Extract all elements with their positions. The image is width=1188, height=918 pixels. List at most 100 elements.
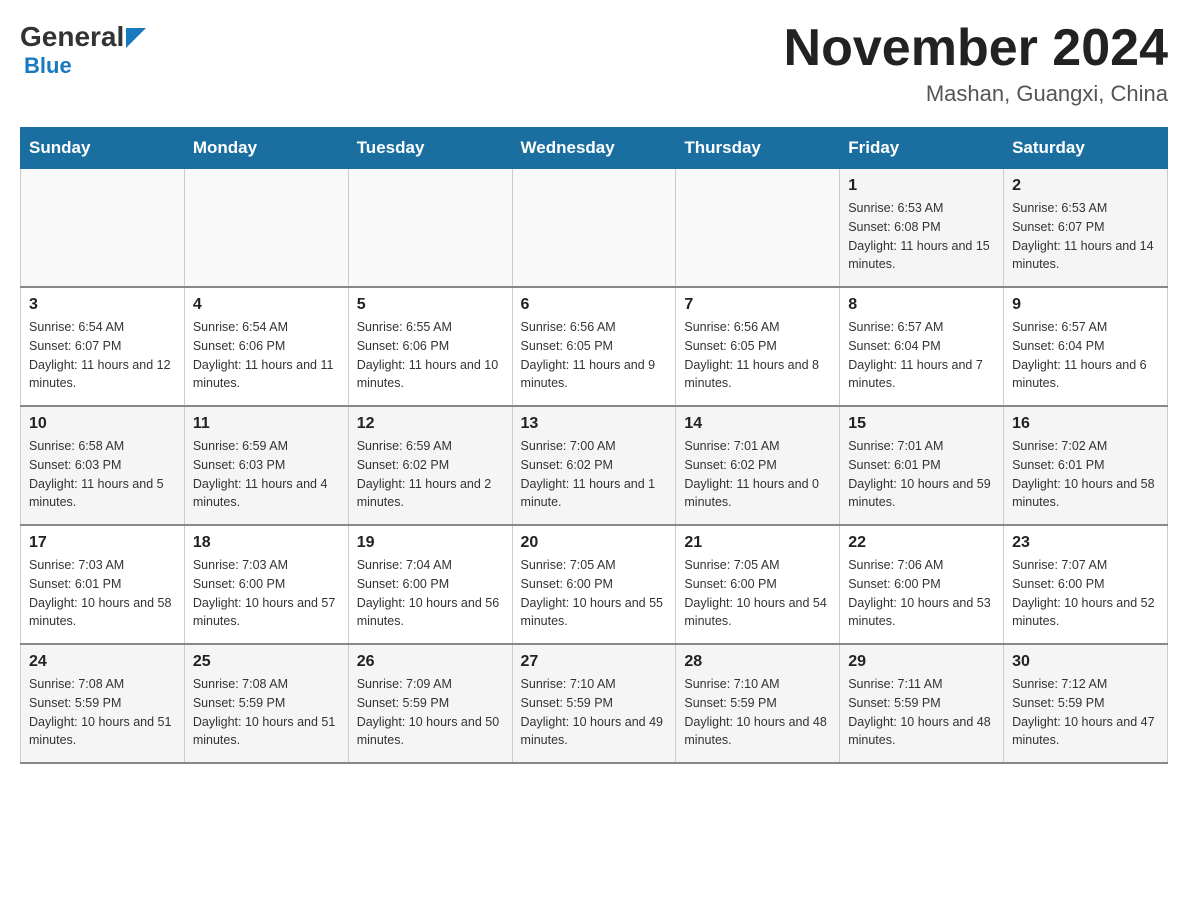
day-info: Sunrise: 6:53 AM Sunset: 6:07 PM Dayligh…	[1012, 199, 1159, 274]
day-info: Sunrise: 6:54 AM Sunset: 6:07 PM Dayligh…	[29, 318, 176, 393]
calendar-cell: 24 Sunrise: 7:08 AM Sunset: 5:59 PM Dayli…	[21, 644, 185, 763]
day-number: 26	[357, 653, 504, 671]
day-info: Sunrise: 6:59 AM Sunset: 6:02 PM Dayligh…	[357, 437, 504, 512]
calendar-cell: 23 Sunrise: 7:07 AM Sunset: 6:00 PM Dayli…	[1004, 525, 1168, 644]
calendar-cell: 21Sunrise: 7:05 AM Sunset: 6:00 PM Dayli…	[676, 525, 840, 644]
day-info: Sunrise: 6:53 AM Sunset: 6:08 PM Dayligh…	[848, 199, 995, 274]
day-info: Sunrise: 7:01 AM Sunset: 6:02 PM Dayligh…	[684, 437, 831, 512]
day-info: Sunrise: 7:01 AM Sunset: 6:01 PM Dayligh…	[848, 437, 995, 512]
day-number: 1	[848, 177, 995, 195]
day-info: Sunrise: 7:02 AM Sunset: 6:01 PM Dayligh…	[1012, 437, 1159, 512]
calendar-week-row: 24 Sunrise: 7:08 AM Sunset: 5:59 PM Dayli…	[21, 644, 1168, 763]
day-number: 9	[1012, 296, 1159, 314]
day-number: 6	[521, 296, 668, 314]
calendar-cell: 30Sunrise: 7:12 AM Sunset: 5:59 PM Dayli…	[1004, 644, 1168, 763]
calendar-cell: 27 Sunrise: 7:10 AM Sunset: 5:59 PM Dayli…	[512, 644, 676, 763]
weekday-header-monday: Monday	[184, 128, 348, 169]
calendar-cell: 28 Sunrise: 7:10 AM Sunset: 5:59 PM Dayli…	[676, 644, 840, 763]
day-info: Sunrise: 6:56 AM Sunset: 6:05 PM Dayligh…	[684, 318, 831, 393]
day-info: Sunrise: 7:00 AM Sunset: 6:02 PM Dayligh…	[521, 437, 668, 512]
day-number: 5	[357, 296, 504, 314]
day-info: Sunrise: 7:03 AM Sunset: 6:00 PM Dayligh…	[193, 556, 340, 631]
day-number: 28	[684, 653, 831, 671]
day-info: Sunrise: 6:57 AM Sunset: 6:04 PM Dayligh…	[848, 318, 995, 393]
day-info: Sunrise: 7:10 AM Sunset: 5:59 PM Dayligh…	[521, 675, 668, 750]
day-number: 3	[29, 296, 176, 314]
title-block: November 2024 Mashan, Guangxi, China	[784, 20, 1168, 107]
calendar-cell: 29Sunrise: 7:11 AM Sunset: 5:59 PM Dayli…	[840, 644, 1004, 763]
calendar-cell: 7 Sunrise: 6:56 AM Sunset: 6:05 PM Daylig…	[676, 287, 840, 406]
day-number: 24	[29, 653, 176, 671]
day-info: Sunrise: 6:55 AM Sunset: 6:06 PM Dayligh…	[357, 318, 504, 393]
day-number: 8	[848, 296, 995, 314]
day-number: 19	[357, 534, 504, 552]
day-info: Sunrise: 7:09 AM Sunset: 5:59 PM Dayligh…	[357, 675, 504, 750]
calendar-cell: 1 Sunrise: 6:53 AM Sunset: 6:08 PM Daylig…	[840, 169, 1004, 288]
day-number: 10	[29, 415, 176, 433]
day-info: Sunrise: 7:04 AM Sunset: 6:00 PM Dayligh…	[357, 556, 504, 631]
day-number: 14	[684, 415, 831, 433]
weekday-header-row: SundayMondayTuesdayWednesdayThursdayFrid…	[21, 128, 1168, 169]
day-number: 12	[357, 415, 504, 433]
calendar-cell: 12 Sunrise: 6:59 AM Sunset: 6:02 PM Dayli…	[348, 406, 512, 525]
day-number: 13	[521, 415, 668, 433]
weekday-header-friday: Friday	[840, 128, 1004, 169]
day-number: 15	[848, 415, 995, 433]
calendar-week-row: 1 Sunrise: 6:53 AM Sunset: 6:08 PM Daylig…	[21, 169, 1168, 288]
day-number: 18	[193, 534, 340, 552]
day-number: 4	[193, 296, 340, 314]
day-number: 11	[193, 415, 340, 433]
day-info: Sunrise: 7:10 AM Sunset: 5:59 PM Dayligh…	[684, 675, 831, 750]
day-info: Sunrise: 7:05 AM Sunset: 6:00 PM Dayligh…	[521, 556, 668, 631]
calendar-cell	[676, 169, 840, 288]
calendar-cell	[184, 169, 348, 288]
calendar-cell: 3 Sunrise: 6:54 AM Sunset: 6:07 PM Daylig…	[21, 287, 185, 406]
calendar-cell: 22Sunrise: 7:06 AM Sunset: 6:00 PM Dayli…	[840, 525, 1004, 644]
calendar-cell: 18 Sunrise: 7:03 AM Sunset: 6:00 PM Dayli…	[184, 525, 348, 644]
logo: General Blue	[20, 20, 146, 79]
day-info: Sunrise: 7:07 AM Sunset: 6:00 PM Dayligh…	[1012, 556, 1159, 631]
calendar-week-row: 17Sunrise: 7:03 AM Sunset: 6:01 PM Dayli…	[21, 525, 1168, 644]
calendar-cell: 19 Sunrise: 7:04 AM Sunset: 6:00 PM Dayli…	[348, 525, 512, 644]
day-number: 17	[29, 534, 176, 552]
day-number: 30	[1012, 653, 1159, 671]
weekday-header-wednesday: Wednesday	[512, 128, 676, 169]
day-info: Sunrise: 7:08 AM Sunset: 5:59 PM Dayligh…	[193, 675, 340, 750]
day-info: Sunrise: 6:59 AM Sunset: 6:03 PM Dayligh…	[193, 437, 340, 512]
weekday-header-thursday: Thursday	[676, 128, 840, 169]
day-number: 27	[521, 653, 668, 671]
weekday-header-saturday: Saturday	[1004, 128, 1168, 169]
calendar-cell: 8 Sunrise: 6:57 AM Sunset: 6:04 PM Daylig…	[840, 287, 1004, 406]
day-number: 29	[848, 653, 995, 671]
calendar-table: SundayMondayTuesdayWednesdayThursdayFrid…	[20, 127, 1168, 764]
calendar-cell: 25 Sunrise: 7:08 AM Sunset: 5:59 PM Dayli…	[184, 644, 348, 763]
calendar-cell: 14 Sunrise: 7:01 AM Sunset: 6:02 PM Dayli…	[676, 406, 840, 525]
logo-general-text: General	[20, 21, 124, 53]
calendar-cell: 16 Sunrise: 7:02 AM Sunset: 6:01 PM Dayli…	[1004, 406, 1168, 525]
calendar-cell	[21, 169, 185, 288]
calendar-cell: 15 Sunrise: 7:01 AM Sunset: 6:01 PM Dayli…	[840, 406, 1004, 525]
day-number: 16	[1012, 415, 1159, 433]
day-number: 22	[848, 534, 995, 552]
calendar-cell: 13 Sunrise: 7:00 AM Sunset: 6:02 PM Dayli…	[512, 406, 676, 525]
page-header: General Blue November 2024 Mashan, Guang…	[20, 20, 1168, 107]
calendar-cell: 10 Sunrise: 6:58 AM Sunset: 6:03 PM Dayli…	[21, 406, 185, 525]
day-info: Sunrise: 7:08 AM Sunset: 5:59 PM Dayligh…	[29, 675, 176, 750]
calendar-cell: 17Sunrise: 7:03 AM Sunset: 6:01 PM Dayli…	[21, 525, 185, 644]
weekday-header-tuesday: Tuesday	[348, 128, 512, 169]
location: Mashan, Guangxi, China	[784, 81, 1168, 107]
day-number: 23	[1012, 534, 1159, 552]
day-number: 21	[684, 534, 831, 552]
day-number: 25	[193, 653, 340, 671]
calendar-cell: 4Sunrise: 6:54 AM Sunset: 6:06 PM Daylig…	[184, 287, 348, 406]
day-number: 7	[684, 296, 831, 314]
logo-blue-text: Blue	[24, 53, 146, 79]
day-info: Sunrise: 6:56 AM Sunset: 6:05 PM Dayligh…	[521, 318, 668, 393]
day-info: Sunrise: 6:57 AM Sunset: 6:04 PM Dayligh…	[1012, 318, 1159, 393]
calendar-week-row: 3 Sunrise: 6:54 AM Sunset: 6:07 PM Daylig…	[21, 287, 1168, 406]
day-info: Sunrise: 6:58 AM Sunset: 6:03 PM Dayligh…	[29, 437, 176, 512]
month-title: November 2024	[784, 20, 1168, 77]
calendar-cell: 20Sunrise: 7:05 AM Sunset: 6:00 PM Dayli…	[512, 525, 676, 644]
calendar-cell: 9 Sunrise: 6:57 AM Sunset: 6:04 PM Daylig…	[1004, 287, 1168, 406]
weekday-header-sunday: Sunday	[21, 128, 185, 169]
